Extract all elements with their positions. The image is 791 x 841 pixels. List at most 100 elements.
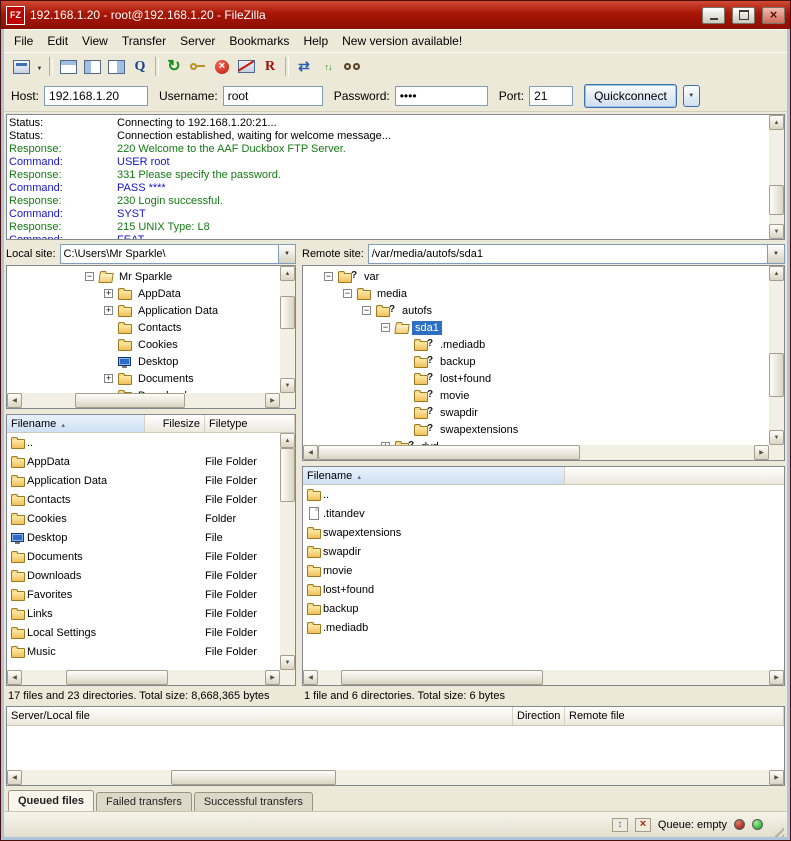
combo-dropdown-icon[interactable] (278, 245, 295, 263)
scroll-left-icon[interactable] (303, 445, 318, 460)
scroll-left-icon[interactable] (303, 670, 318, 685)
site-manager-button[interactable] (9, 55, 33, 78)
scroll-right-icon[interactable] (265, 670, 280, 685)
scroll-down-icon[interactable] (280, 378, 295, 393)
plus-expander-icon[interactable] (104, 306, 113, 315)
menu-item-file[interactable]: File (7, 31, 40, 51)
menu-item-help[interactable]: Help (296, 31, 335, 51)
speedlimit-icon[interactable] (612, 818, 628, 832)
file-row-mediadb[interactable]: .mediadb (303, 618, 784, 637)
resize-grip[interactable] (770, 823, 784, 837)
scroll-left-icon[interactable] (7, 670, 22, 685)
local-list-vscroll[interactable] (280, 433, 295, 670)
tree-item-swapdir[interactable]: swapdir (303, 404, 769, 421)
remote-tree-hscroll[interactable] (303, 445, 769, 460)
file-row-favorites[interactable]: FavoritesFile Folder (7, 585, 280, 604)
minus-expander-icon[interactable] (343, 289, 352, 298)
tree-item-autofs[interactable]: autofs (303, 302, 769, 319)
remote-list-hscroll[interactable] (303, 670, 784, 685)
menu-item-server[interactable]: Server (173, 31, 222, 51)
queue-hscroll[interactable] (7, 770, 784, 785)
tree-item-documents[interactable]: Documents (7, 370, 280, 387)
combo-dropdown-icon[interactable] (767, 245, 784, 263)
minus-expander-icon[interactable] (85, 272, 94, 281)
file-row-swapextensions[interactable]: swapextensions (303, 523, 784, 542)
close-button[interactable] (762, 7, 785, 24)
remote-tree-vscroll[interactable] (769, 266, 784, 445)
password-input[interactable] (395, 86, 488, 106)
scroll-thumb[interactable] (66, 670, 168, 685)
scroll-track[interactable] (280, 281, 295, 378)
process-queue-button[interactable] (186, 55, 210, 78)
minus-expander-icon[interactable] (381, 323, 390, 332)
quickconnect-button[interactable]: Quickconnect (584, 84, 677, 108)
port-input[interactable] (529, 86, 573, 106)
scroll-right-icon[interactable] (769, 670, 784, 685)
tree-item-application-data[interactable]: Application Data (7, 302, 280, 319)
remote-site-combo[interactable]: /var/media/autofs/sda1 (368, 244, 785, 264)
column-header-direction[interactable]: Direction (513, 707, 565, 725)
minus-expander-icon[interactable] (324, 272, 333, 281)
maximize-button[interactable] (732, 7, 755, 24)
toggle-message-log-button[interactable] (56, 55, 80, 78)
tree-item-movie[interactable]: movie (303, 387, 769, 404)
file-row-downloads[interactable]: DownloadsFile Folder (7, 566, 280, 585)
scroll-thumb[interactable] (75, 393, 184, 408)
directory-comparison-button[interactable] (292, 55, 316, 78)
tree-item-media[interactable]: media (303, 285, 769, 302)
file-row-cookies[interactable]: CookiesFolder (7, 509, 280, 528)
tree-item-desktop[interactable]: Desktop (7, 353, 280, 370)
column-header-filesize[interactable]: Filesize (145, 415, 205, 432)
scroll-thumb[interactable] (280, 296, 295, 330)
message-log-scrollbar[interactable] (769, 115, 784, 239)
scroll-left-icon[interactable] (7, 393, 22, 408)
scroll-down-icon[interactable] (280, 655, 295, 670)
quickconnect-dropdown-button[interactable] (683, 85, 700, 107)
local-site-combo[interactable]: C:\Users\Mr Sparkle\ (60, 244, 296, 264)
tree-item-backup[interactable]: backup (303, 353, 769, 370)
column-header-filename[interactable]: Filename (7, 415, 145, 432)
reconnect-button[interactable] (258, 55, 282, 78)
file-row-titandev[interactable]: .titandev (303, 504, 784, 523)
tree-item-lost-found[interactable]: lost+found (303, 370, 769, 387)
file-row-appdata[interactable]: AppDataFile Folder (7, 452, 280, 471)
scroll-track[interactable] (280, 448, 295, 655)
scroll-left-icon[interactable] (7, 770, 22, 785)
scroll-thumb[interactable] (280, 448, 295, 502)
file-row-documents[interactable]: DocumentsFile Folder (7, 547, 280, 566)
scroll-thumb[interactable] (769, 185, 784, 215)
menu-item-view[interactable]: View (75, 31, 115, 51)
file-row-swapdir[interactable]: swapdir (303, 542, 784, 561)
file-row-links[interactable]: LinksFile Folder (7, 604, 280, 623)
file-row-[interactable]: .. (7, 433, 280, 452)
file-row-lost-found[interactable]: lost+found (303, 580, 784, 599)
local-tree-vscroll[interactable] (280, 266, 295, 393)
minus-expander-icon[interactable] (362, 306, 371, 315)
column-header-server-local-file[interactable]: Server/Local file (7, 707, 513, 725)
tab-queued-files[interactable]: Queued files (8, 790, 94, 811)
column-header-remote-file[interactable]: Remote file (565, 707, 784, 725)
file-row-local-settings[interactable]: Local SettingsFile Folder (7, 623, 280, 642)
scroll-track[interactable] (769, 281, 784, 430)
refresh-button[interactable] (162, 55, 186, 78)
scroll-thumb[interactable] (341, 670, 544, 685)
file-row-desktop[interactable]: DesktopFile (7, 528, 280, 547)
titlebar[interactable]: FZ 192.168.1.20 - root@192.168.1.20 - Fi… (1, 1, 790, 29)
minimize-button[interactable] (702, 7, 725, 24)
tree-item-dvd[interactable]: dvd (303, 438, 769, 445)
scroll-track[interactable] (22, 393, 265, 408)
scroll-right-icon[interactable] (265, 393, 280, 408)
local-tree-hscroll[interactable] (7, 393, 280, 408)
menu-item-new-version-available[interactable]: New version available! (335, 31, 469, 51)
toggle-filters-button[interactable] (128, 55, 152, 78)
tree-item-mediadb[interactable]: .mediadb (303, 336, 769, 353)
scroll-up-icon[interactable] (769, 115, 784, 130)
tree-item-mr-sparkle[interactable]: Mr Sparkle (7, 268, 280, 285)
column-header-filetype[interactable]: Filetype (205, 415, 295, 432)
scroll-track[interactable] (22, 670, 265, 685)
scroll-up-icon[interactable] (280, 433, 295, 448)
scroll-track[interactable] (318, 670, 769, 685)
local-list-hscroll[interactable] (7, 670, 280, 685)
tree-item-contacts[interactable]: Contacts (7, 319, 280, 336)
file-row-[interactable]: .. (303, 485, 784, 504)
